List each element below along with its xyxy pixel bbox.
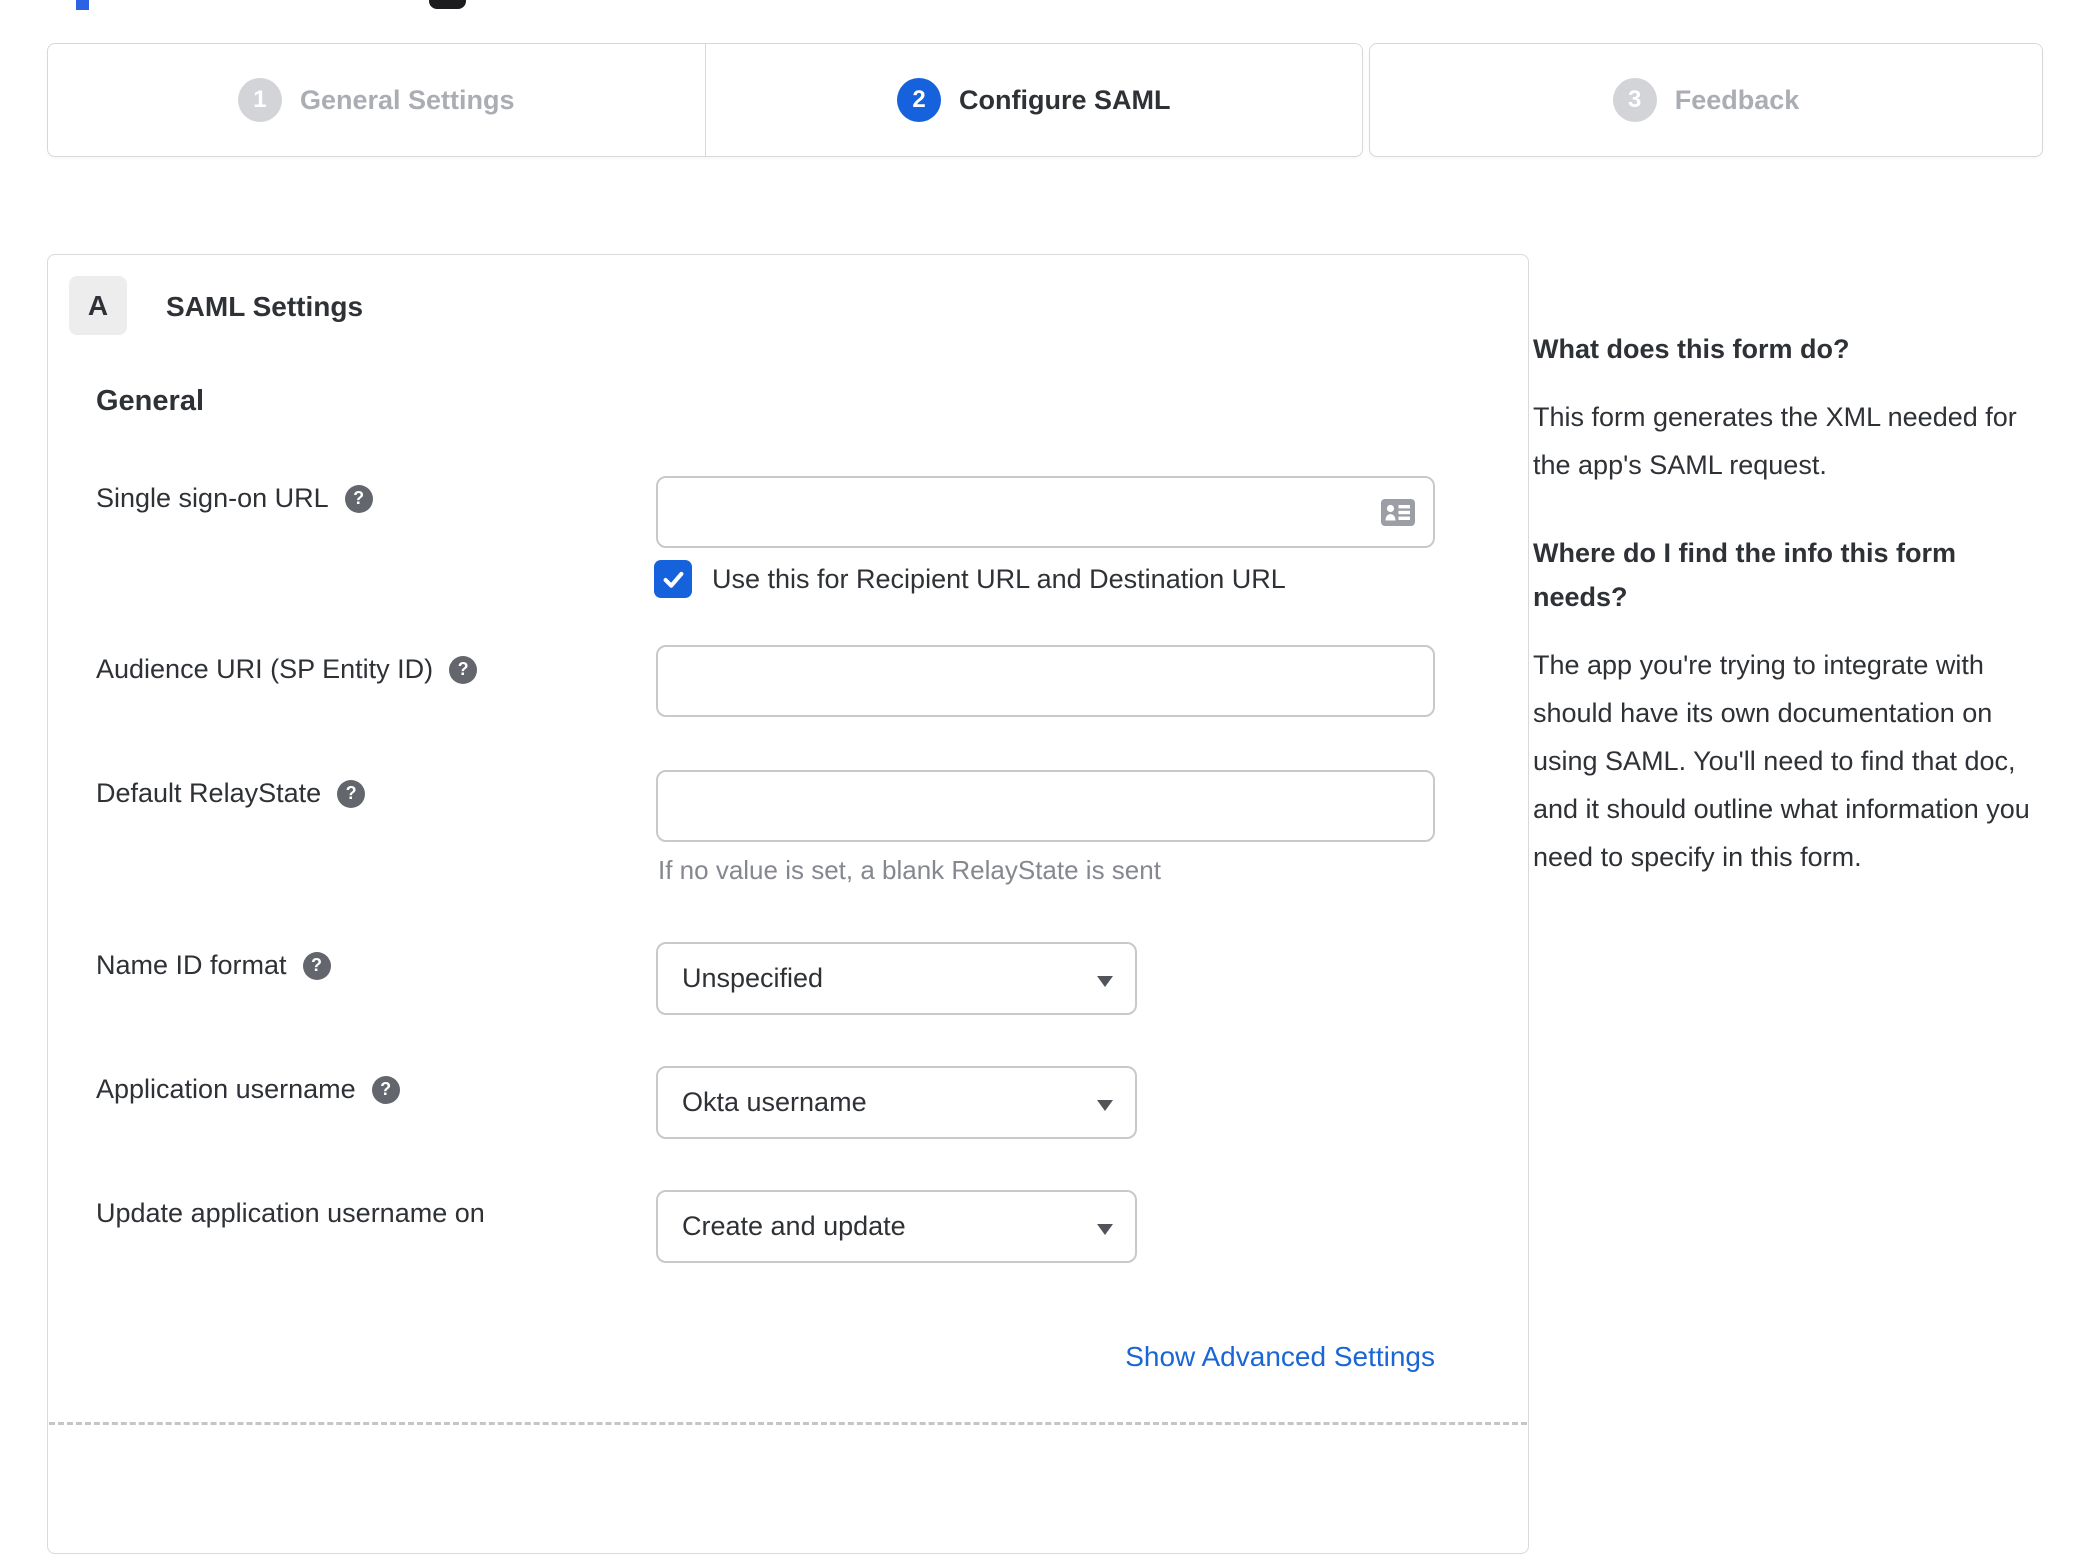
name-id-format-select[interactable]: Unspecified: [656, 942, 1137, 1015]
name-id-format-label: Name ID format: [96, 950, 287, 980]
sidebar-para-what: This form generates the XML needed for t…: [1533, 402, 2017, 480]
sidebar-para-where: The app you're trying to integrate with …: [1533, 650, 2030, 872]
step-configure-saml[interactable]: 2 Configure SAML: [704, 44, 1363, 156]
sso-url-label: Single sign-on URL: [96, 483, 329, 513]
update-username-label: Update application username on: [96, 1198, 485, 1228]
saml-settings-panel: A SAML Settings General Single sign-on U…: [47, 254, 1529, 1554]
title-fragment-icon: [429, 0, 466, 9]
update-username-select[interactable]: Create and update: [656, 1190, 1137, 1263]
page: 1 General Settings 2 Configure SAML 3 Fe…: [0, 0, 2092, 1554]
step-feedback[interactable]: 3 Feedback: [1370, 44, 2042, 156]
update-username-label-row: Update application username on: [96, 1198, 485, 1229]
wizard-stepper-feedback: 3 Feedback: [1369, 43, 2043, 157]
caret-down-icon: [1097, 976, 1113, 987]
app-username-select[interactable]: Okta username: [656, 1066, 1137, 1139]
title-fragment-blue: [76, 0, 89, 10]
step-number-badge: 1: [237, 78, 282, 122]
relay-state-helper-text: If no value is set, a blank RelayState i…: [658, 855, 1161, 885]
caret-down-icon: [1097, 1224, 1113, 1235]
general-heading: General: [96, 385, 204, 417]
relay-state-label-row: Default RelayState ?: [96, 778, 366, 809]
recipient-url-checkbox-label: Use this for Recipient URL and Destinati…: [712, 563, 1286, 594]
help-icon[interactable]: ?: [302, 951, 331, 980]
audience-uri-label-row: Audience URI (SP Entity ID) ?: [96, 654, 478, 685]
app-username-label: Application username: [96, 1074, 356, 1104]
help-icon[interactable]: ?: [449, 655, 478, 684]
wizard-stepper: 1 General Settings 2 Configure SAML: [47, 43, 1363, 157]
contact-card-icon: [1381, 499, 1415, 526]
help-sidebar: What does this form do? This form genera…: [1533, 327, 2047, 923]
name-id-format-label-row: Name ID format ?: [96, 950, 331, 981]
help-icon[interactable]: ?: [337, 779, 366, 808]
section-title: SAML Settings: [166, 291, 364, 322]
sso-url-input-wrap: [656, 476, 1435, 548]
recipient-url-checkbox[interactable]: [654, 560, 692, 598]
name-id-format-value: Unspecified: [682, 963, 824, 993]
step-number-badge: 2: [897, 78, 941, 122]
sidebar-heading-where: Where do I find the info this form needs…: [1533, 538, 1956, 612]
relay-state-label: Default RelayState: [96, 778, 322, 808]
sidebar-heading-what: What does this form do?: [1533, 334, 1850, 364]
recipient-url-check-row: Use this for Recipient URL and Destinati…: [654, 560, 1286, 598]
caret-down-icon: [1097, 1100, 1113, 1111]
sso-url-input[interactable]: [656, 476, 1435, 548]
section-dashed-divider: [49, 1422, 1527, 1425]
relay-state-input[interactable]: [656, 770, 1435, 842]
app-username-value: Okta username: [682, 1087, 867, 1117]
help-icon[interactable]: ?: [344, 484, 373, 513]
step-label: Feedback: [1674, 84, 1800, 115]
step-general-settings[interactable]: 1 General Settings: [48, 44, 705, 156]
audience-uri-label: Audience URI (SP Entity ID): [96, 654, 434, 684]
sso-url-label-row: Single sign-on URL ?: [96, 483, 373, 514]
show-advanced-settings-link[interactable]: Show Advanced Settings: [48, 1341, 1435, 1373]
step-number-badge: 3: [1612, 78, 1657, 122]
step-label: Configure SAML: [959, 84, 1171, 115]
update-username-value: Create and update: [682, 1211, 906, 1241]
step-label: General Settings: [299, 84, 515, 115]
app-username-label-row: Application username ?: [96, 1074, 400, 1105]
help-icon[interactable]: ?: [371, 1075, 400, 1104]
check-icon: [663, 571, 683, 588]
audience-uri-input[interactable]: [656, 645, 1435, 717]
section-a-badge: A: [69, 276, 127, 335]
